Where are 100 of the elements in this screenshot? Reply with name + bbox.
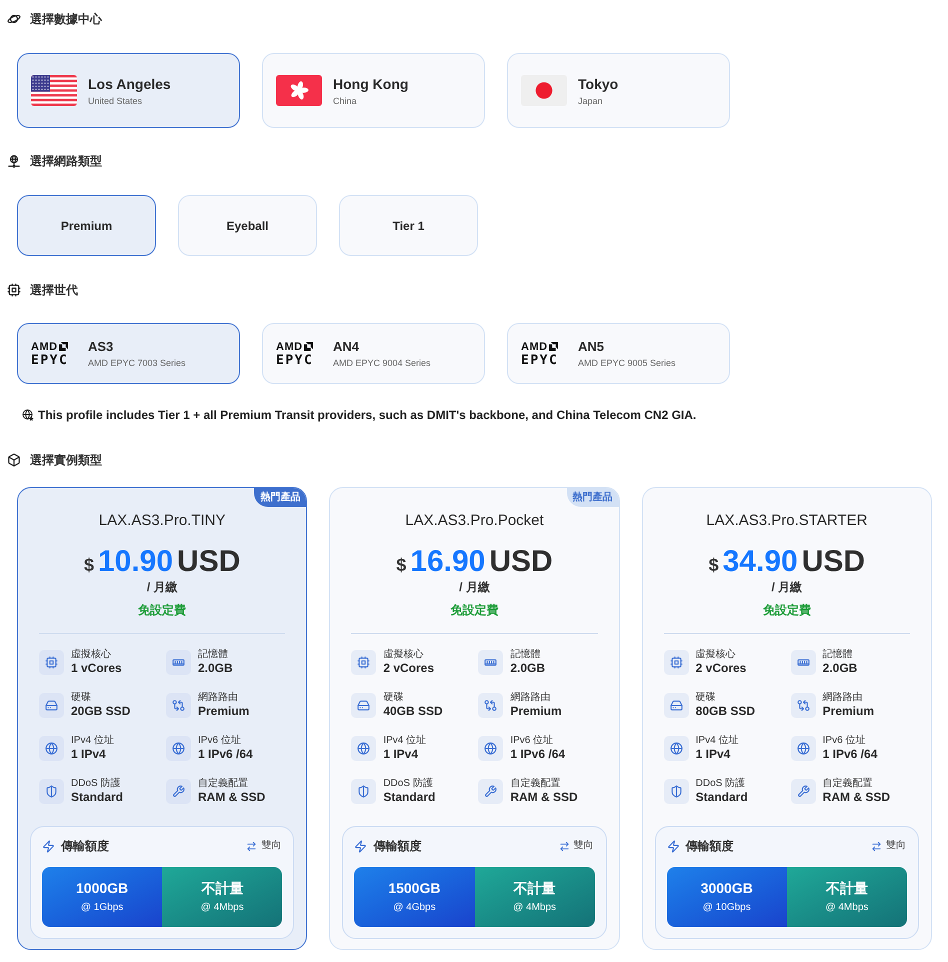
- currency-symbol: $: [708, 554, 719, 577]
- section-title: 選擇實例類型: [30, 453, 102, 467]
- transfer-direction: 雙向: [574, 840, 594, 852]
- network-option[interactable]: Tier 1: [339, 195, 478, 256]
- spec-label: 硬碟: [383, 692, 404, 704]
- spec-value: Premium: [198, 704, 250, 719]
- spec-value: RAM & SSD: [198, 790, 266, 805]
- globe-icon: [166, 736, 191, 761]
- overflow-speed: @ 4Mbps: [825, 902, 868, 914]
- datacenter-option[interactable]: Hong Kong China: [262, 53, 485, 128]
- series-name: AMD EPYC 7003 Series: [88, 356, 186, 368]
- price-amount: 34.90: [722, 544, 798, 580]
- route-icon: [478, 693, 504, 718]
- spec-label: 硬碟: [696, 692, 717, 704]
- city-name: Hong Kong: [333, 74, 408, 92]
- spec-label: IPv4 位址: [383, 735, 426, 747]
- quota-speed: @ 4Gbps: [393, 902, 436, 914]
- cpu-icon: [664, 650, 689, 675]
- spec-value: 2.0GB: [822, 661, 858, 676]
- spec-label: 虛擬核心: [71, 649, 112, 661]
- spec-label: IPv6 位址: [198, 735, 242, 747]
- spec-value: 1 IPv4: [71, 747, 107, 762]
- network-option[interactable]: Premium: [17, 195, 156, 256]
- plan-card[interactable]: 熱門產品 LAX.AS3.Pro.TINY $10.90 USD / 月繳 免設定費 虛擬核心 1 vCores 記憶體 2.0GB 硬碟 20GB SSD 網路路由 Premium IPv4 位址 1 IPv4 IPv6 位址 1 IPv6 /64 DDoS 防護 Standard 自定義配置 RAM & SSD 傳輸額度 雙向 1000GB @ 1Gbps 不計量 @ 4Mbps: [17, 487, 308, 950]
- logo-arrow-icon: [304, 342, 313, 351]
- striped-flag-icon: [31, 75, 77, 106]
- globe-icon: [664, 736, 689, 761]
- country-name: China: [333, 94, 358, 106]
- currency-code: USD: [489, 544, 553, 580]
- logo-text: AMD: [276, 340, 303, 352]
- setup-fee-note: 免設定費: [762, 603, 811, 617]
- profile-note: This profile includes Tier 1 + all Premium Transit providers, such as DMIT's backbone, and China Telecom CN2 GIA.: [38, 408, 696, 422]
- spec-label: 自定義配置: [510, 778, 562, 790]
- swap-arrows-icon: [871, 840, 882, 852]
- spec-label: 記憶體: [510, 649, 542, 661]
- billing-period: / 月繳: [771, 580, 802, 594]
- logo-text: EPYC: [276, 354, 314, 366]
- popular-badge: 熱門產品: [254, 488, 306, 507]
- wrench-icon: [166, 779, 191, 804]
- price-amount: 10.90: [98, 544, 174, 580]
- setup-fee-note: 免設定費: [450, 603, 498, 617]
- section-title: 選擇世代: [30, 283, 78, 297]
- currency-symbol: $: [84, 554, 94, 577]
- plan-card[interactable]: LAX.AS3.Pro.STARTER $34.90 USD / 月繳 免設定費 虛擬核心 2 vCores 記憶體 2.0GB 硬碟 80GB SSD 網路路由 Premium IPv4 位址 1 IPv4 IPv6 位址 1 IPv6 /64 DDoS 防護 Standard 自定義配置 RAM & SSD 傳輸額度 雙向 3000GB @ 10Gbps 不計量 @ 4Mbps: [642, 487, 932, 950]
- section-title: 選擇數據中心: [30, 12, 102, 26]
- spec-value: 1 IPv6 /64: [198, 747, 253, 762]
- generation-name: AS3: [88, 338, 114, 354]
- datacenter-option[interactable]: Tokyo Japan: [507, 53, 730, 128]
- spec-label: 硬碟: [71, 692, 92, 704]
- memory-icon: [478, 650, 504, 675]
- cube-icon: [7, 453, 21, 467]
- currency-symbol: $: [396, 554, 406, 577]
- generation-option[interactable]: AMD EPYC AN5 AMD EPYC 9005 Series: [507, 323, 730, 384]
- spec-label: IPv6 位址: [510, 735, 554, 747]
- overflow-amount: 不計量: [826, 880, 868, 897]
- logo-arrow-icon: [548, 342, 558, 351]
- spec-value: 40GB SSD: [383, 704, 443, 719]
- spec-value: 20GB SSD: [71, 704, 130, 719]
- spec-value: Standard: [696, 790, 748, 805]
- billing-period: / 月繳: [146, 580, 178, 594]
- spec-label: 網路路由: [822, 692, 864, 704]
- overflow-amount: 不計量: [514, 880, 556, 897]
- plan-card[interactable]: 熱門產品 LAX.AS3.Pro.Pocket $16.90 USD / 月繳 免設定費 虛擬核心 2 vCores 記憶體 2.0GB 硬碟 40GB SSD 網路路由 Premium IPv4 位址 1 IPv4 IPv6 位址 1 IPv6 /64 DDoS 防護 Standard 自定義配置 RAM & SSD 傳輸額度 雙向 1500GB @ 4Gbps 不計量 @ 4Mbps: [329, 487, 620, 950]
- generation-name: AN4: [333, 338, 360, 354]
- spec-label: 記憶體: [198, 649, 229, 661]
- spec-value: Standard: [71, 790, 124, 805]
- spec-value: 2 vCores: [383, 661, 434, 676]
- overflow-amount: 不計量: [201, 880, 244, 897]
- globe-icon: [351, 736, 376, 761]
- shield-icon: [39, 779, 64, 804]
- currency-code: USD: [802, 544, 866, 580]
- generation-option[interactable]: AMD EPYC AS3 AMD EPYC 7003 Series: [17, 323, 240, 384]
- globe-icon: [478, 736, 504, 761]
- series-name: AMD EPYC 9005 Series: [578, 356, 676, 368]
- spec-label: DDoS 防護: [71, 778, 122, 790]
- spec-value: RAM & SSD: [822, 790, 890, 805]
- datacenter-option[interactable]: Los Angeles United States: [17, 53, 240, 128]
- disc-flag-icon: [521, 75, 567, 106]
- section-title: 選擇網路類型: [30, 154, 102, 168]
- logo-text: EPYC: [521, 354, 560, 366]
- transfer-title: 傳輸額度: [686, 839, 734, 853]
- billing-period: / 月繳: [459, 580, 490, 594]
- price-amount: 16.90: [410, 544, 486, 580]
- quota-speed: @ 1Gbps: [80, 902, 124, 914]
- city-name: Tokyo: [578, 74, 618, 92]
- spec-label: IPv4 位址: [71, 735, 114, 747]
- globe-icon: [39, 736, 64, 761]
- globe-icon: [790, 736, 816, 761]
- generation-option[interactable]: AMD EPYC AN4 AMD EPYC 9004 Series: [262, 323, 485, 384]
- city-name: Los Angeles: [88, 74, 171, 92]
- spec-value: 1 IPv6 /64: [822, 747, 878, 762]
- shield-icon: [664, 779, 689, 804]
- network-globe-icon: [7, 154, 21, 168]
- currency-code: USD: [177, 544, 240, 580]
- cpu-icon: [351, 650, 376, 675]
- route-icon: [790, 693, 816, 718]
- lightning-icon: [354, 840, 368, 852]
- memory-icon: [166, 650, 191, 675]
- spec-value: 2.0GB: [510, 661, 546, 676]
- network-option[interactable]: Eyeball: [178, 195, 317, 256]
